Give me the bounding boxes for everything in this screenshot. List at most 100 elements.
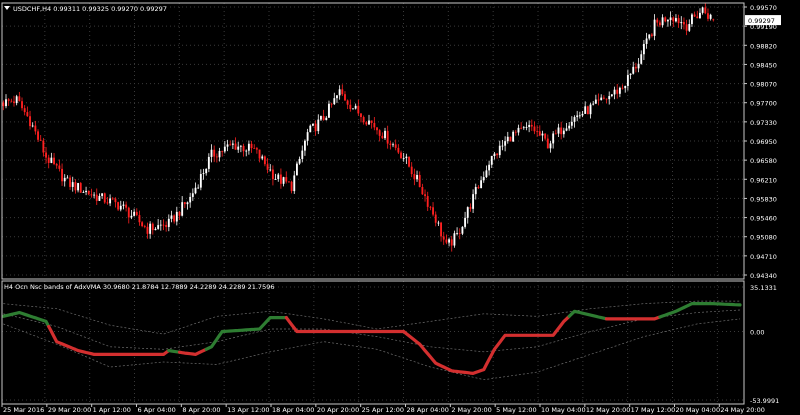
candle-body xyxy=(167,218,170,227)
candle-body xyxy=(413,174,416,180)
candle-body xyxy=(669,17,672,21)
candle-body xyxy=(18,96,21,102)
candle-body xyxy=(271,169,274,180)
candle-body xyxy=(707,13,709,19)
candle-body xyxy=(239,145,242,147)
candle-body xyxy=(464,217,467,227)
candle-body xyxy=(82,192,85,193)
candle-body xyxy=(186,202,189,205)
candle-body xyxy=(632,66,635,74)
candle-body xyxy=(31,125,34,127)
candle-body xyxy=(106,202,109,204)
time-tick-label: 12 May 20:00 xyxy=(586,406,631,414)
candle-body xyxy=(392,144,394,146)
candle-body xyxy=(584,106,587,114)
candle-body xyxy=(488,164,491,171)
candle-body xyxy=(103,193,106,203)
candle-body xyxy=(600,97,603,101)
candle-body xyxy=(282,177,285,184)
candle-body xyxy=(592,103,595,105)
candle-body xyxy=(279,174,282,184)
candle-body xyxy=(127,207,130,218)
candle-body xyxy=(562,130,565,135)
candle-body xyxy=(293,175,296,192)
forex-chart-window[interactable]: USDCHF,H4 0.99311 0.99325 0.99270 0.9929… xyxy=(0,0,800,415)
candle-body xyxy=(79,183,82,193)
candle-body xyxy=(675,18,677,22)
candle-body xyxy=(376,127,378,131)
candle-body xyxy=(522,127,525,129)
candle-body xyxy=(298,158,301,164)
candle-body xyxy=(55,164,58,166)
candle-body xyxy=(74,182,77,191)
candle-body xyxy=(589,104,592,115)
candle-body xyxy=(368,120,370,125)
candle-body xyxy=(525,126,528,128)
candle-body xyxy=(629,73,632,75)
candle-body xyxy=(344,94,346,101)
candle-body xyxy=(66,177,69,179)
candle-body xyxy=(95,194,98,201)
candle-body xyxy=(21,101,23,109)
candle-body xyxy=(546,138,549,149)
candle-body xyxy=(42,140,45,153)
candle-body xyxy=(520,127,523,129)
candle-body xyxy=(514,131,517,133)
candle-body xyxy=(554,133,557,135)
candle-body xyxy=(7,99,10,101)
candle-body xyxy=(306,132,309,141)
candle-body xyxy=(333,98,336,105)
time-axis: 25 Mar 2016 29 Mar 20:00 1 Apr 12:00 6 Apr … xyxy=(1,404,765,414)
symbol-header[interactable]: USDCHF,H4 0.99311 0.99325 0.99270 0.9929… xyxy=(4,5,167,13)
candle-body xyxy=(456,233,459,234)
candle-body xyxy=(328,103,330,118)
candle-body xyxy=(53,157,55,165)
candle-body xyxy=(143,226,146,227)
time-tick-label: 28 Apr 04:00 xyxy=(407,406,449,414)
candle-body xyxy=(648,34,651,39)
candle-body xyxy=(189,196,192,203)
candle-body xyxy=(696,16,699,19)
candle-body xyxy=(165,224,168,227)
candle-body xyxy=(418,174,421,187)
candle-body xyxy=(130,215,133,218)
candle-body xyxy=(287,181,290,183)
candle-body xyxy=(504,141,507,146)
candle-body xyxy=(71,182,74,187)
candle-body xyxy=(45,152,47,158)
candle-body xyxy=(661,17,664,26)
candle-body xyxy=(389,143,392,145)
candle-body xyxy=(581,113,584,116)
candle-body xyxy=(114,198,117,203)
candle-body xyxy=(26,112,29,117)
candle-body xyxy=(173,215,176,222)
time-tick-label: 24 May 20:00 xyxy=(720,406,765,414)
candle-body xyxy=(498,145,501,156)
candle-body xyxy=(536,131,539,133)
candle-body xyxy=(653,19,656,36)
candle-body xyxy=(610,94,613,97)
candle-body xyxy=(87,190,90,195)
candle-body xyxy=(552,133,555,144)
candle-body xyxy=(117,202,120,210)
candle-body xyxy=(677,18,680,24)
candle-body xyxy=(253,148,256,149)
time-tick-label: 6 Apr 04:00 xyxy=(138,406,176,414)
candle-body xyxy=(683,22,685,25)
candle-body xyxy=(157,225,160,229)
candle-body xyxy=(210,149,213,157)
candle-body xyxy=(400,152,402,159)
candle-body xyxy=(352,108,354,110)
candle-body xyxy=(434,214,437,223)
candle-body xyxy=(223,146,226,152)
candle-body xyxy=(191,193,194,197)
candle-body xyxy=(98,195,101,201)
candle-body xyxy=(453,233,456,246)
candle-body xyxy=(90,194,93,196)
candle-body xyxy=(122,204,125,206)
candle-body xyxy=(416,174,418,180)
candle-body xyxy=(330,103,333,105)
candle-body xyxy=(378,130,381,136)
price-tick-label: 0.98450 xyxy=(750,61,777,69)
candle-body xyxy=(47,157,50,163)
